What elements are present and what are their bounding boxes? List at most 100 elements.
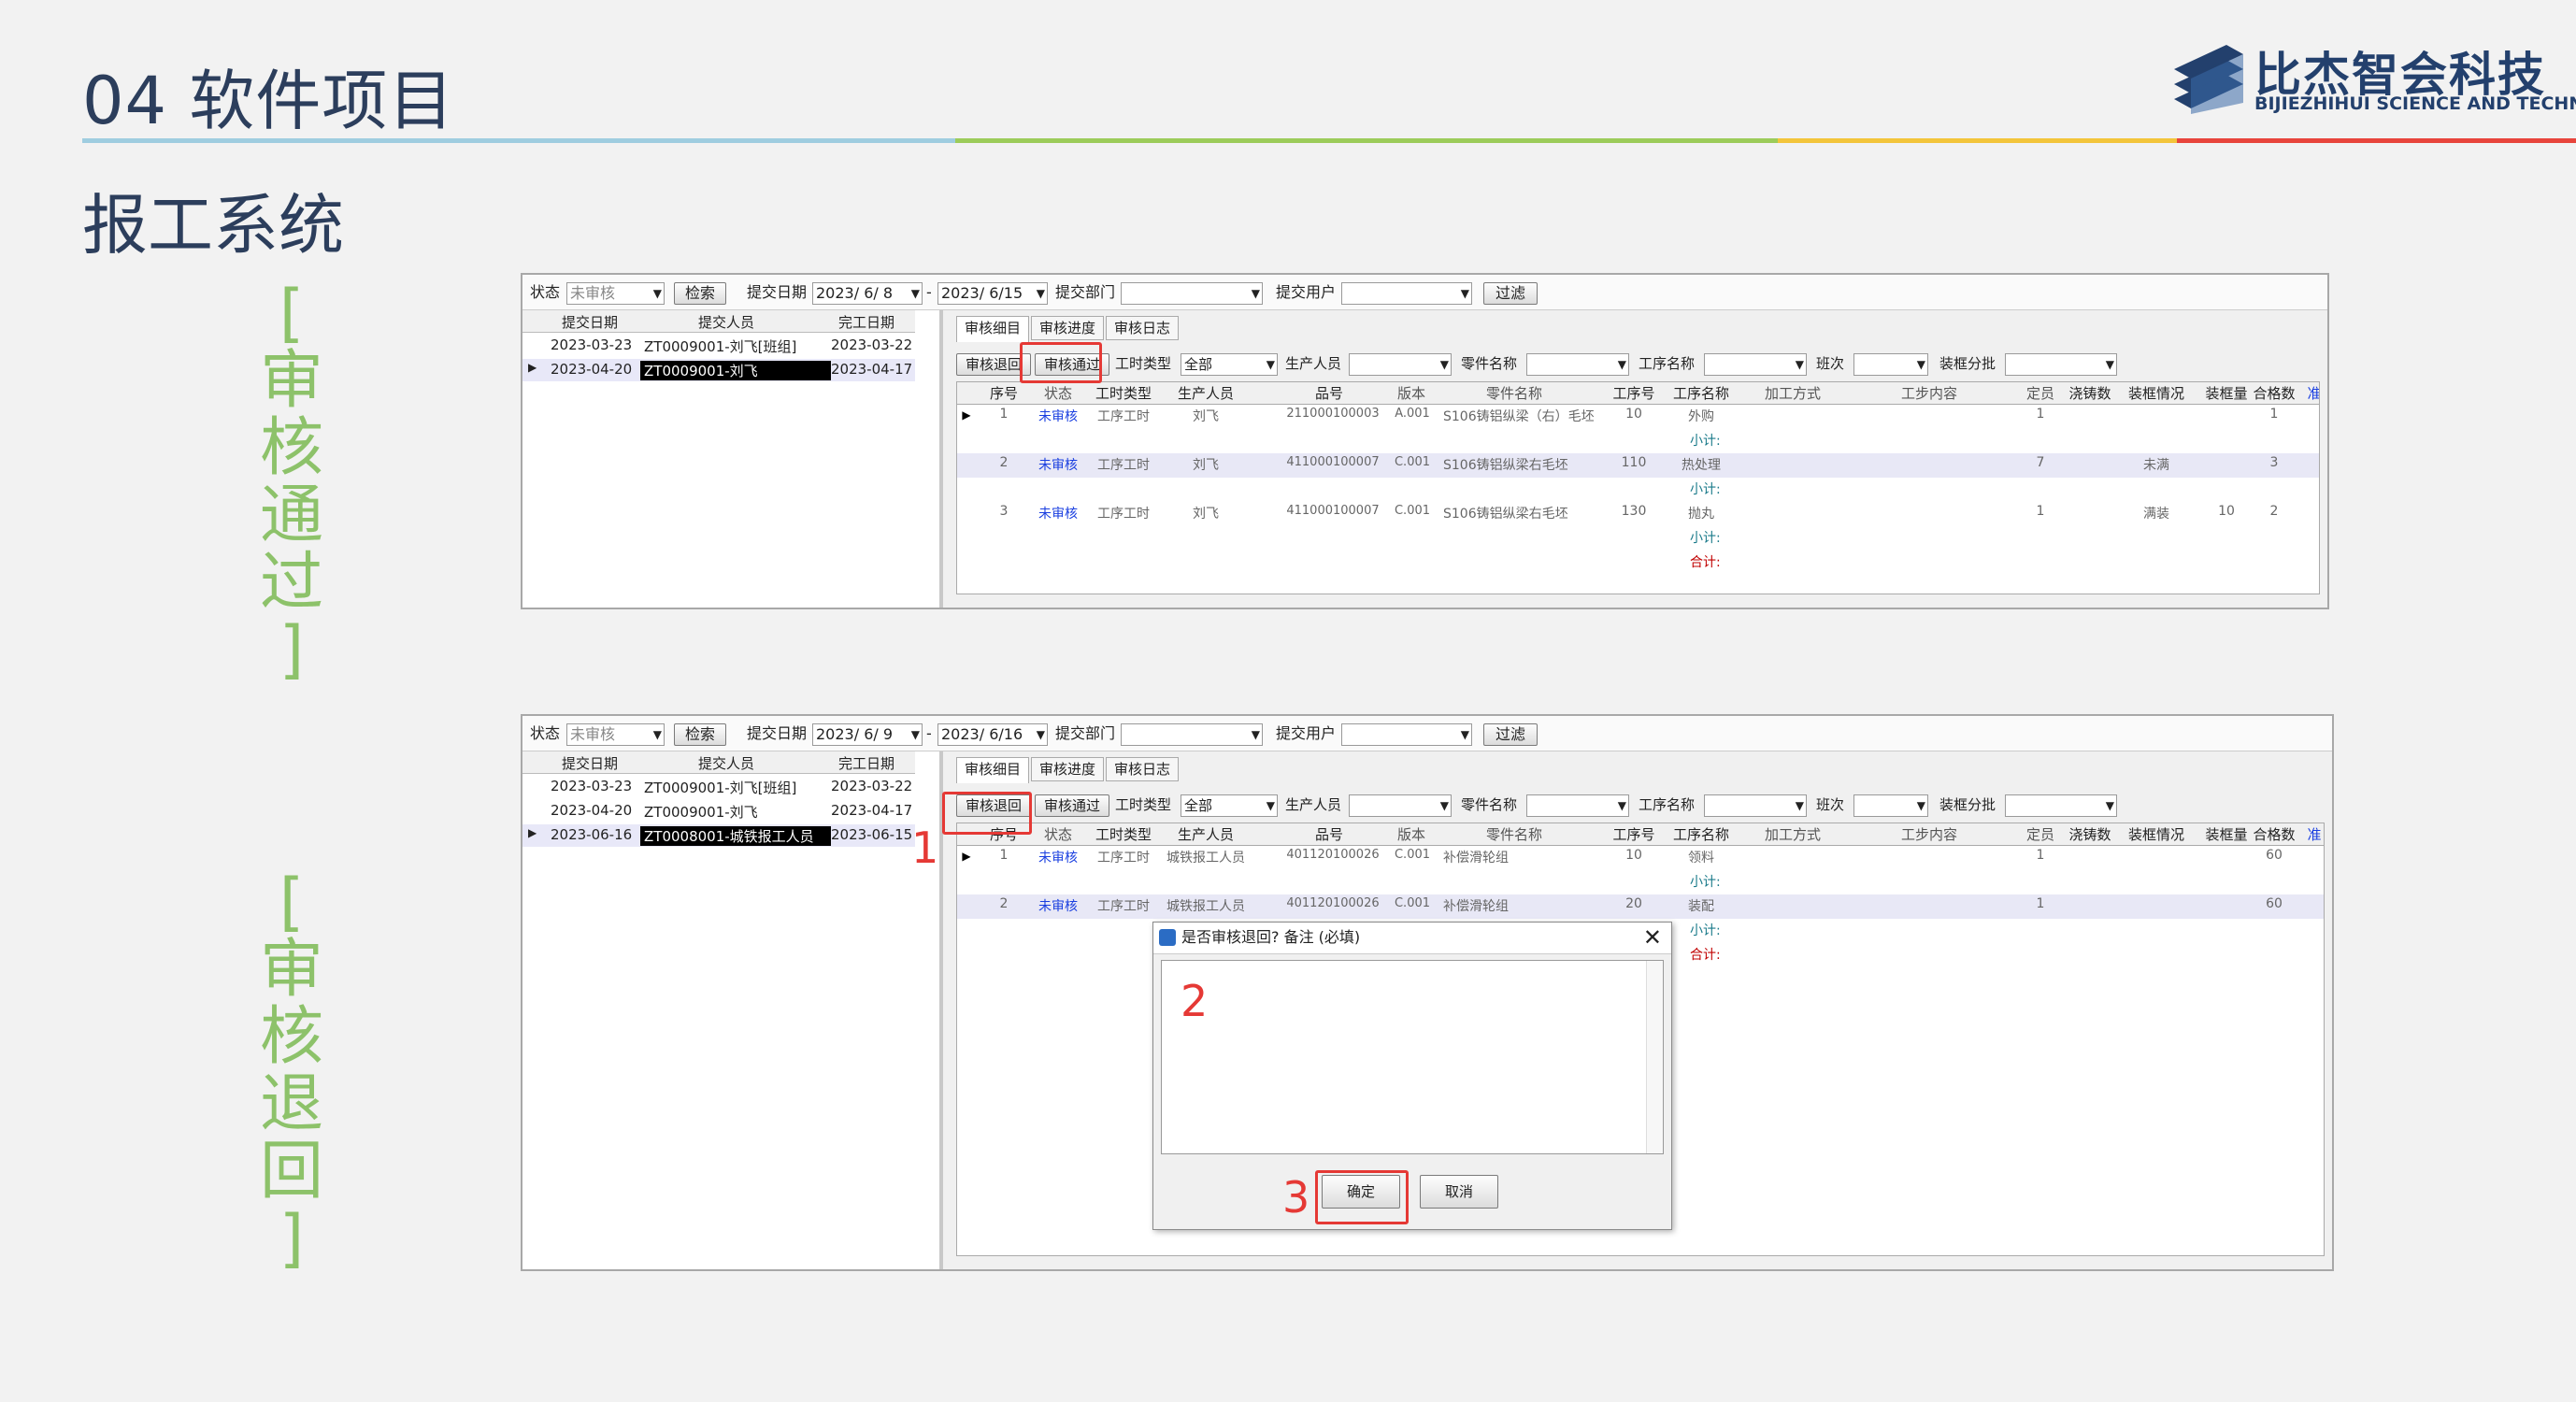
- grid-header: 序号 状态 工时类型 生产人员 品号 版本 零件名称 工序号 工序名称 加工方式 工步内容 定员 浇铸数…: [957, 823, 2324, 846]
- tab-detail[interactable]: 审核细目: [956, 316, 1029, 342]
- grid-column-header[interactable]: 装框量: [2205, 824, 2247, 844]
- shift-select[interactable]: [1853, 353, 1928, 376]
- search-button[interactable]: 检索: [674, 282, 726, 305]
- dept-select[interactable]: [1121, 723, 1263, 746]
- grid-column-header[interactable]: 工序名称: [1673, 383, 1729, 403]
- remark-textarea[interactable]: [1161, 960, 1664, 1154]
- grid-column-header[interactable]: 浇铸数: [2068, 383, 2111, 403]
- grid-column-header[interactable]: 零件名称: [1486, 383, 1542, 403]
- tab-log[interactable]: 审核日志: [1106, 757, 1179, 781]
- close-icon[interactable]: ✕: [1643, 923, 1662, 952]
- user-select[interactable]: [1341, 282, 1472, 305]
- grid-column-header[interactable]: 合格数: [2253, 383, 2295, 403]
- grid-column-header[interactable]: 合格数: [2253, 824, 2295, 844]
- grid-column-header[interactable]: 加工方式: [1765, 824, 1821, 844]
- grid-column-header[interactable]: 工序号: [1612, 824, 1654, 844]
- label-return: [ 审 核 退 回 ]: [259, 866, 323, 1276]
- approve-window: 状态 未审核 检索 提交日期 2023/ 6/ 8 - 2023/ 6/15 提…: [521, 273, 2329, 609]
- user-select[interactable]: [1341, 723, 1472, 746]
- list-item[interactable]: 2023-04-20 ZT0009001-刘飞 2023-04-17: [522, 800, 915, 823]
- grid-column-header[interactable]: 准: [2307, 824, 2321, 844]
- grid-column-header[interactable]: 定员: [2026, 383, 2054, 403]
- table-row[interactable]: ▶ 1 未审核 工序工时 城铁报工人员 401120100026 C.001 补…: [957, 846, 2324, 894]
- submission-list: 提交日期 提交人员 完工日期 2023-03-23 ZT0009001-刘飞[班…: [522, 310, 943, 608]
- grid-column-header[interactable]: 加工方式: [1765, 383, 1821, 403]
- grid-column-header[interactable]: 生产人员: [1178, 824, 1234, 844]
- table-row[interactable]: ▶ 1 未审核 工序工时 刘飞 211000100003 A.001 S106铸…: [957, 405, 2319, 453]
- row-pointer-icon: ▶: [528, 826, 537, 839]
- action-toolbar: 审核退回 审核通过 工时类型 全部 生产人员 零件名称 工序名称 班次 装框分批: [956, 793, 2325, 819]
- grid-column-header[interactable]: 装框情况: [2128, 824, 2184, 844]
- date-from-picker[interactable]: 2023/ 6/ 9: [812, 723, 923, 746]
- filter-button[interactable]: 过滤: [1483, 723, 1538, 746]
- process-select[interactable]: [1704, 794, 1807, 817]
- row-pointer-icon: ▶: [962, 850, 971, 863]
- status-select[interactable]: 未审核: [566, 282, 665, 305]
- search-button[interactable]: 检索: [674, 723, 726, 746]
- part-select[interactable]: [1526, 353, 1629, 376]
- row-pointer-icon: ▶: [528, 361, 537, 374]
- return-button-highlight: [942, 792, 1032, 835]
- grid-column-header[interactable]: 零件名称: [1486, 824, 1542, 844]
- worker-select[interactable]: [1349, 794, 1452, 817]
- grid-column-header[interactable]: 工时类型: [1095, 383, 1152, 403]
- grid-column-header[interactable]: 状态: [1044, 383, 1072, 403]
- date-to-picker[interactable]: 2023/ 6/16: [937, 723, 1048, 746]
- date-dash: -: [926, 724, 932, 742]
- grid-column-header[interactable]: 生产人员: [1178, 383, 1234, 403]
- dept-label: 提交部门: [1055, 283, 1116, 301]
- grid-column-header[interactable]: 浇铸数: [2068, 824, 2111, 844]
- type-select[interactable]: 全部: [1181, 353, 1278, 376]
- box-batch-select[interactable]: [2005, 794, 2117, 817]
- part-select[interactable]: [1526, 794, 1629, 817]
- detail-panel: 审核细目 审核进度 审核日志 审核退回 审核通过 工时类型 全部 生产人员 零件…: [947, 310, 2327, 608]
- page-subtitle: 报工系统: [82, 187, 344, 264]
- date-label: 提交日期: [747, 283, 808, 301]
- shift-select[interactable]: [1853, 794, 1928, 817]
- grid-column-header[interactable]: 品号: [1315, 383, 1343, 403]
- tab-log[interactable]: 审核日志: [1106, 316, 1179, 340]
- dept-label: 提交部门: [1055, 724, 1116, 742]
- submission-list: 提交日期 提交人员 完工日期 2023-03-23 ZT0009001-刘飞[班…: [522, 751, 943, 1269]
- status-select[interactable]: 未审核: [566, 723, 665, 746]
- grid-column-header[interactable]: 版本: [1397, 383, 1425, 403]
- grid-column-header[interactable]: 序号: [990, 383, 1018, 403]
- tab-progress[interactable]: 审核进度: [1031, 316, 1104, 340]
- approve-button[interactable]: 审核通过: [1035, 794, 1109, 817]
- grid-column-header[interactable]: 定员: [2026, 824, 2054, 844]
- list-item[interactable]: 2023-03-23 ZT0009001-刘飞[班组] 2023-03-22: [522, 776, 915, 798]
- list-item-selected[interactable]: ▶ 2023-06-16 ZT0008001-城铁报工人员 2023-06-15: [522, 824, 915, 847]
- date-from-picker[interactable]: 2023/ 6/ 8: [812, 282, 923, 305]
- tab-detail[interactable]: 审核细目: [956, 757, 1029, 783]
- date-to-picker[interactable]: 2023/ 6/15: [937, 282, 1048, 305]
- grid-column-header[interactable]: 装框情况: [2128, 383, 2184, 403]
- scrollbar[interactable]: [1646, 961, 1663, 1153]
- list-item[interactable]: 2023-03-23 ZT0009001-刘飞[班组] 2023-03-22: [522, 335, 915, 357]
- step-1-marker: 1: [911, 823, 939, 873]
- dialog-title-bar: 是否审核退回? 备注 (必填) ✕: [1153, 923, 1671, 954]
- grid-column-header[interactable]: 工时类型: [1095, 824, 1152, 844]
- grid-column-header[interactable]: 装框量: [2205, 383, 2247, 403]
- cancel-button[interactable]: 取消: [1420, 1175, 1498, 1209]
- list-item-selected[interactable]: ▶ 2023-04-20 ZT0009001-刘飞 2023-04-17: [522, 359, 915, 381]
- app-icon: [1159, 929, 1176, 946]
- box-batch-select[interactable]: [2005, 353, 2117, 376]
- grid-column-header[interactable]: 工序号: [1612, 383, 1654, 403]
- worker-select[interactable]: [1349, 353, 1452, 376]
- grid-column-header[interactable]: 品号: [1315, 824, 1343, 844]
- grid-column-header[interactable]: 工步内容: [1901, 824, 1957, 844]
- dept-select[interactable]: [1121, 282, 1263, 305]
- tab-progress[interactable]: 审核进度: [1031, 757, 1104, 781]
- table-row[interactable]: 2 未审核 工序工时 刘飞 411000100007 C.001 S106铸铝纵…: [957, 453, 2319, 502]
- grid-column-header[interactable]: 工序名称: [1673, 824, 1729, 844]
- grid-column-header[interactable]: 准: [2307, 383, 2319, 403]
- grid-column-header[interactable]: 状态: [1044, 824, 1072, 844]
- table-row[interactable]: 3 未审核 工序工时 刘飞 411000100007 C.001 S106铸铝纵…: [957, 502, 2319, 577]
- grid-column-header[interactable]: 工步内容: [1901, 383, 1957, 403]
- detail-grid: 序号 状态 工时类型 生产人员 品号 版本 零件名称 工序号 工序名称 加工方式 工步内容 定员 浇铸数…: [956, 381, 2320, 594]
- logo-text-en: BIJIEZHIHUI SCIENCE AND TECHNOLOGY: [2254, 93, 2576, 114]
- process-select[interactable]: [1704, 353, 1807, 376]
- type-select[interactable]: 全部: [1181, 794, 1278, 817]
- grid-column-header[interactable]: 版本: [1397, 824, 1425, 844]
- filter-button[interactable]: 过滤: [1483, 282, 1538, 305]
